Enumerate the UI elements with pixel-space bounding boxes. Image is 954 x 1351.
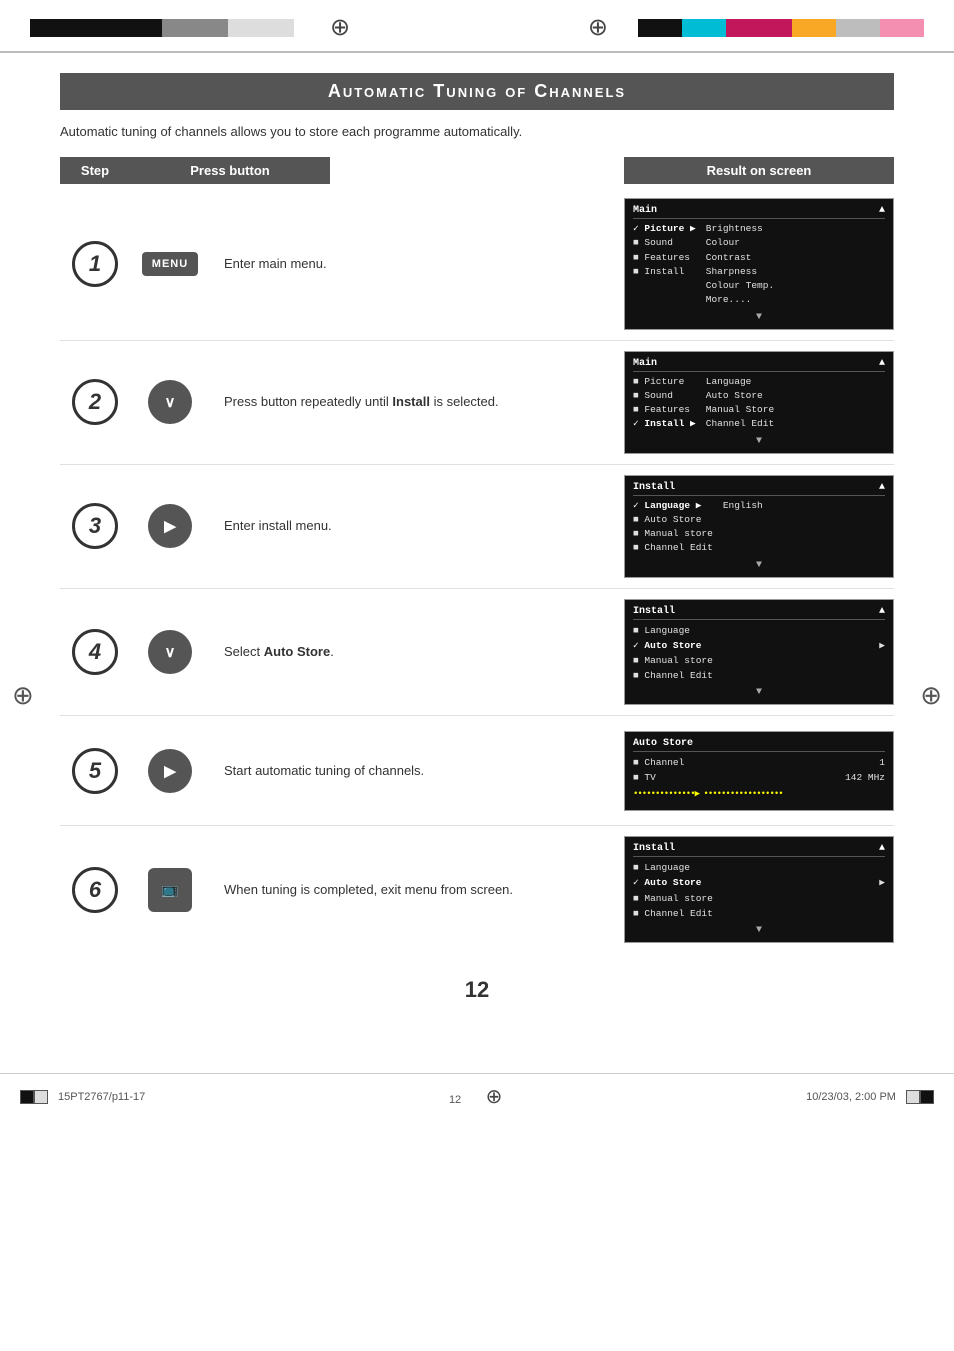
page-title: Automatic Tuning of Channels [80,81,874,102]
steps-header: Step Press button Result on screen [60,157,894,184]
bottom-center: 12 ⊕ [449,1084,502,1109]
step-num-1: 1 [60,241,130,287]
screen-6: Install ▲ ■ Language ✓ Auto Store ▶ ■ Ma… [624,836,894,943]
bottom-left: 15PT2767/p11-17 [20,1090,145,1104]
step-desc-6: When tuning is completed, exit menu from… [210,880,624,900]
header-press: Press button [130,157,330,184]
page-number: 12 [60,977,894,1003]
strip-1 [30,19,52,37]
step-num-4: 4 [60,629,130,675]
main-content: Automatic Tuning of Channels Automatic t… [0,53,954,1053]
rstrip-pink2 [902,19,924,37]
progress-bar: ••••••••••••••▶ •••••••••••••••••• [633,787,885,801]
step-result-1: Main ▲ ✓ Picture ▶ ■ Sound ■ Features ■ … [624,198,894,330]
strip-3 [74,19,96,37]
right-color-strip: ⊕ [558,13,924,42]
step-row-2: 2 ∨ Press button repeatedly until Instal… [60,341,894,465]
file-ref: 15PT2767/p11-17 [58,1091,145,1103]
center-crosshair-left: ⊕ [330,13,350,42]
right-margin-crosshair: ⊕ [920,680,942,711]
step-row-3: 3 ▶ Enter install menu. Install ▲ ✓ Lang… [60,465,894,589]
step-btn-1: MENU [130,252,210,276]
step-num-6: 6 [60,867,130,913]
strip-4 [96,19,118,37]
step-btn-6: 📺 [130,868,210,912]
screen-3: Install ▲ ✓ Language ▶ ■ Auto Store ■ Ma… [624,475,894,578]
left-margin-crosshair: ⊕ [12,680,34,711]
step-desc-3: Enter install menu. [210,516,624,536]
step-btn-3: ▶ [130,504,210,548]
rstrip-yellow2 [814,19,836,37]
rstrip-lgray [836,19,858,37]
right-button-1[interactable]: ▶ [148,504,192,548]
step-result-2: Main ▲ ■ Picture ■ Sound ■ Features ✓ In… [624,351,894,454]
rstrip-cyan [682,19,704,37]
bottom-left-strips [20,1090,48,1104]
strip-9 [206,19,228,37]
rstrip-magenta2 [748,19,770,37]
rstrip-1 [638,19,660,37]
step-row-6: 6 📺 When tuning is completed, exit menu … [60,826,894,953]
step-desc-4: Select Auto Store. [210,642,624,662]
header-result: Result on screen [624,157,894,184]
screen-4: Install ▲ ■ Language ✓ Auto Store ▶ ■ Ma… [624,599,894,706]
bottom-bar: 15PT2767/p11-17 12 ⊕ 10/23/03, 2:00 PM [0,1073,954,1119]
step-desc-1: Enter main menu. [210,254,624,274]
bottom-crosshair: ⊕ [486,1086,503,1108]
rstrip-yellow [792,19,814,37]
strip-8 [184,19,206,37]
screen-5: Auto Store ■ Channel 1 ■ TV 142 MHz ••••… [624,731,894,811]
steps-container: 1 MENU Enter main menu. Main ▲ ✓ Picture… [60,188,894,953]
top-decorative-section: ⊕ ⊕ [0,0,954,53]
left-color-strip: ⊕ [30,13,380,42]
page-subtitle: Automatic tuning of channels allows you … [60,124,894,139]
strip-6 [140,19,162,37]
step-row-4: 4 ∨ Select Auto Store. Install ▲ ■ Langu… [60,589,894,717]
rstrip-lgray2 [858,19,880,37]
strip-5 [118,19,140,37]
step-num-5: 5 [60,748,130,794]
strip-10 [228,19,250,37]
bottom-right: 10/23/03, 2:00 PM [806,1090,934,1104]
strip-11 [250,19,272,37]
step-btn-5: ▶ [130,749,210,793]
step-result-6: Install ▲ ■ Language ✓ Auto Store ▶ ■ Ma… [624,836,894,943]
rstrip-pink [880,19,902,37]
screen-1: Main ▲ ✓ Picture ▶ ■ Sound ■ Features ■ … [624,198,894,330]
rstrip-magenta [726,19,748,37]
menu-button[interactable]: MENU [142,252,198,276]
step-row-1: 1 MENU Enter main menu. Main ▲ ✓ Picture… [60,188,894,341]
screen-2: Main ▲ ■ Picture ■ Sound ■ Features ✓ In… [624,351,894,454]
header-step: Step [60,157,130,184]
down-button-2[interactable]: ∨ [148,630,192,674]
down-button[interactable]: ∨ [148,380,192,424]
step-btn-4: ∨ [130,630,210,674]
step-num-3: 3 [60,503,130,549]
rstrip-cyan2 [704,19,726,37]
strip-12 [272,19,294,37]
tv-button[interactable]: 📺 [148,868,192,912]
rstrip-2 [660,19,682,37]
right-button-2[interactable]: ▶ [148,749,192,793]
step-desc-2: Press button repeatedly until Install is… [210,392,624,412]
step-result-4: Install ▲ ■ Language ✓ Auto Store ▶ ■ Ma… [624,599,894,706]
step-btn-2: ∨ [130,380,210,424]
step-desc-5: Start automatic tuning of channels. [210,761,624,781]
step-result-3: Install ▲ ✓ Language ▶ ■ Auto Store ■ Ma… [624,475,894,578]
strip-2 [52,19,74,37]
bottom-right-strips [906,1090,934,1104]
step-row-5: 5 ▶ Start automatic tuning of channels. … [60,716,894,826]
strip-7 [162,19,184,37]
step-result-5: Auto Store ■ Channel 1 ■ TV 142 MHz ••••… [624,731,894,811]
page-title-box: Automatic Tuning of Channels [60,73,894,110]
center-crosshair-right: ⊕ [588,13,608,42]
date-ref: 10/23/03, 2:00 PM [806,1091,896,1103]
rstrip-magenta3 [770,19,792,37]
step-num-2: 2 [60,379,130,425]
bottom-page-ref: 12 [449,1094,461,1106]
